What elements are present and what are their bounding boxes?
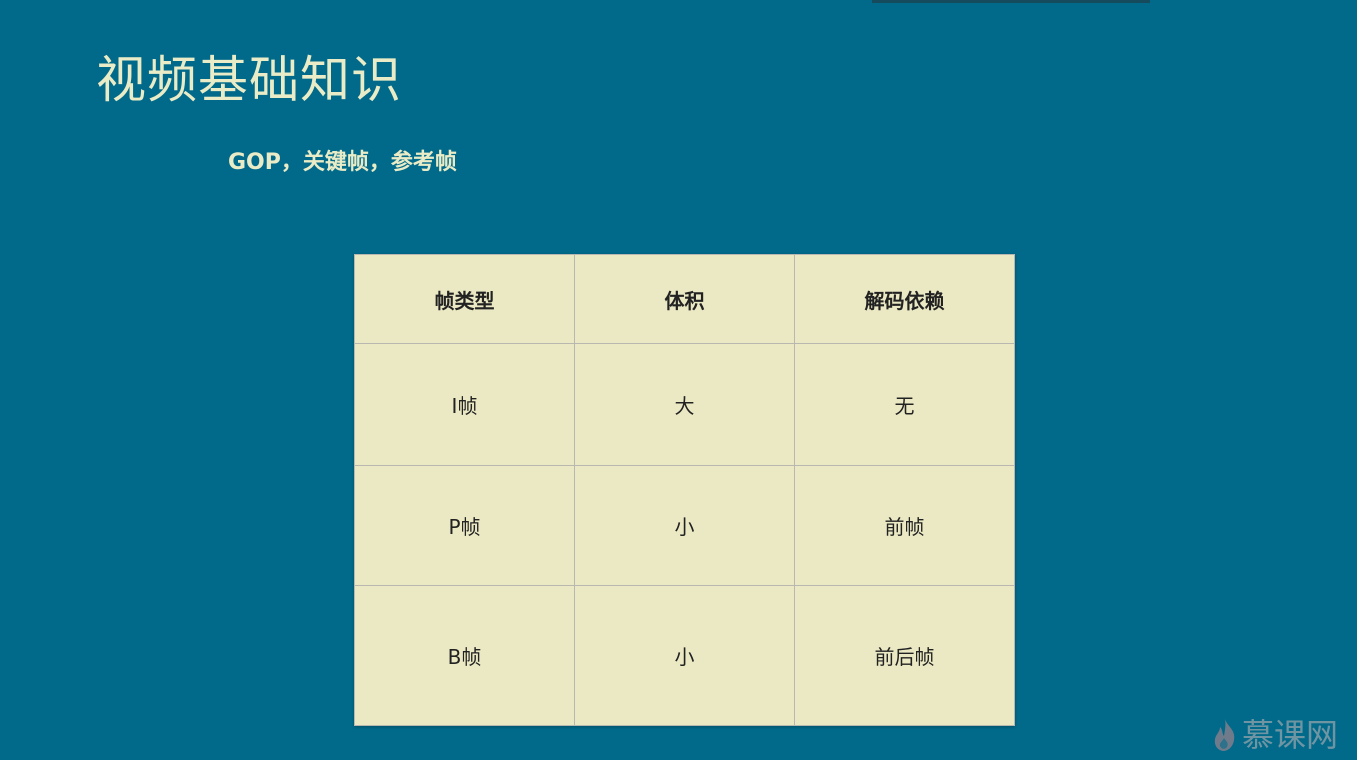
cell-decode-dependency: 前帧 (794, 465, 1015, 586)
cell-size: 小 (574, 465, 795, 586)
table-header-row: 帧类型 体积 解码依赖 (354, 254, 1015, 344)
cell-frame-type: I帧 (354, 343, 575, 466)
header-frame-type: 帧类型 (354, 254, 575, 344)
flame-logo-icon (1212, 718, 1238, 752)
frame-type-table: 帧类型 体积 解码依赖 I帧 大 无 P帧 小 前帧 B帧 小 前后帧 (354, 254, 1015, 726)
top-strip (872, 0, 1150, 3)
cell-frame-type: B帧 (354, 585, 575, 726)
table-row: I帧 大 无 (354, 343, 1015, 466)
header-decode-dependency: 解码依赖 (794, 254, 1015, 344)
watermark: 慕课网 (1212, 718, 1338, 752)
watermark-text: 慕课网 (1242, 716, 1339, 754)
slide-title: 视频基础知识 (96, 51, 402, 109)
cell-size: 大 (574, 343, 795, 466)
slide-subtitle: GOP，关键帧，参考帧 (228, 150, 457, 175)
cell-size: 小 (574, 585, 795, 726)
table-row: P帧 小 前帧 (354, 465, 1015, 586)
table-row: B帧 小 前后帧 (354, 585, 1015, 726)
cell-decode-dependency: 前后帧 (794, 585, 1015, 726)
cell-decode-dependency: 无 (794, 343, 1015, 466)
header-size: 体积 (574, 254, 795, 344)
cell-frame-type: P帧 (354, 465, 575, 586)
